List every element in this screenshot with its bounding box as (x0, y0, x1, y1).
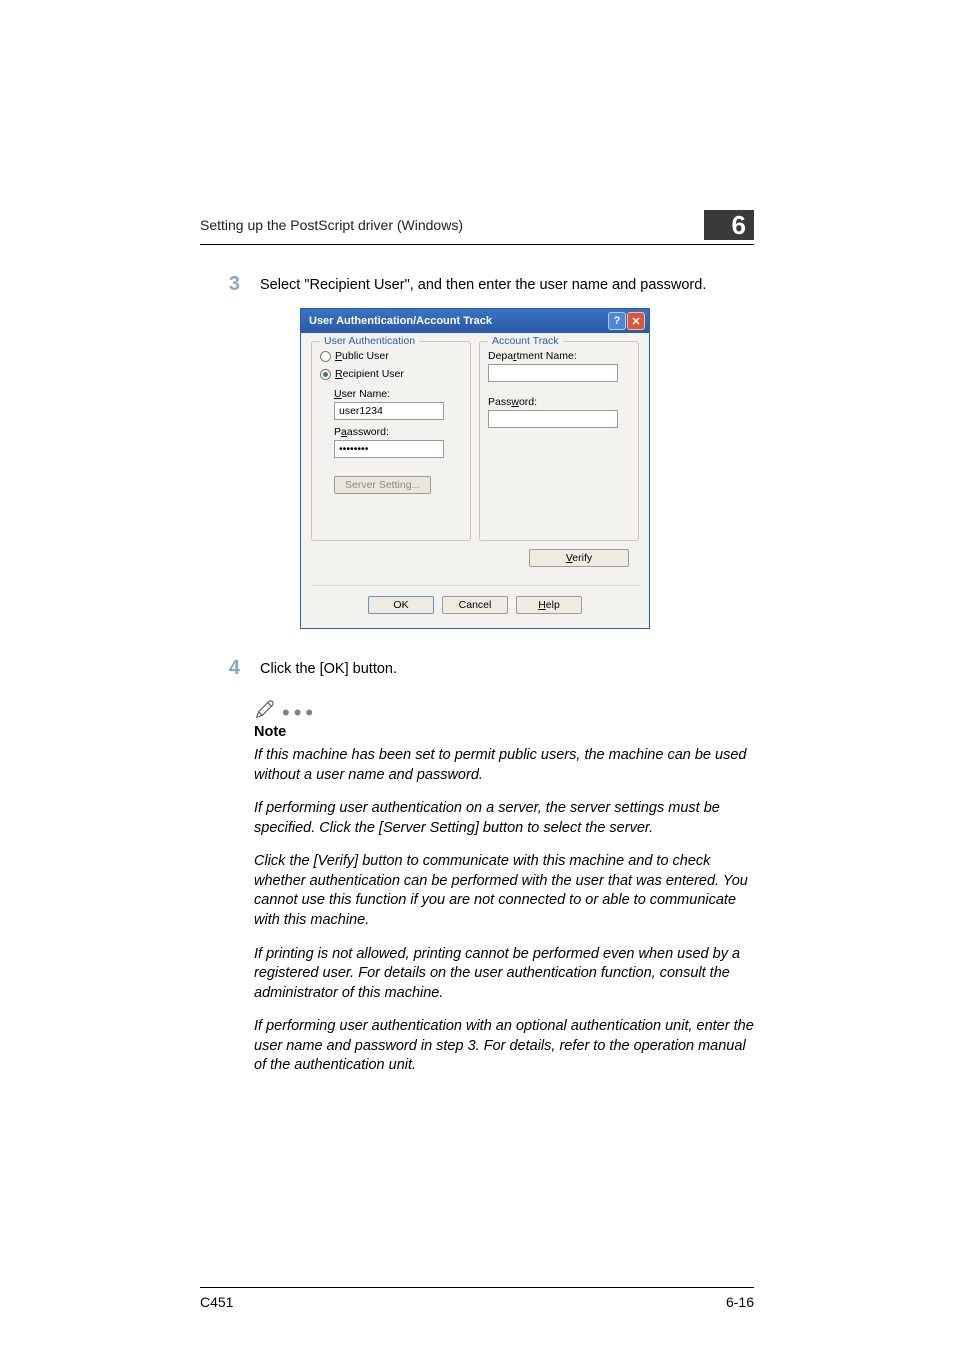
password-label: Paassword: (334, 426, 462, 438)
step-text-4: Click the [OK] button. (260, 657, 397, 677)
note-paragraph: If printing is not allowed, printing can… (254, 945, 754, 1004)
verify-button[interactable]: Verify (529, 549, 629, 567)
note-paragraph: Click the [Verify] button to communicate… (254, 852, 754, 930)
help-icon[interactable]: ? (608, 312, 626, 330)
note-paragraph: If performing user authentication with a… (254, 1017, 754, 1076)
username-input[interactable]: user1234 (334, 402, 444, 420)
chapter-number-badge: 6 (704, 210, 754, 240)
dialog-title: User Authentication/Account Track (309, 315, 492, 327)
user-auth-legend: User Authentication (320, 335, 419, 347)
footer-right: 6-16 (726, 1294, 754, 1310)
acct-password-label: Password: (488, 396, 630, 408)
acct-password-input[interactable] (488, 410, 618, 428)
note-paragraph: If performing user authentication on a s… (254, 799, 754, 838)
account-track-group: Account Track Department Name: Password: (479, 341, 639, 541)
account-track-legend: Account Track (488, 335, 563, 347)
radio-icon (320, 369, 331, 380)
dialog-titlebar: User Authentication/Account Track ? ✕ (301, 309, 649, 333)
footer-left: C451 (200, 1294, 233, 1310)
note-paragraph: If this machine has been set to permit p… (254, 746, 754, 785)
note-heading: Note (254, 724, 754, 740)
step-number-3: 3 (200, 273, 240, 296)
page-header-title: Setting up the PostScript driver (Window… (200, 217, 463, 233)
ellipsis-icon: ••• (282, 708, 317, 720)
department-name-label: Department Name: (488, 350, 630, 362)
user-auth-dialog: User Authentication/Account Track ? ✕ Us… (300, 308, 650, 629)
ok-button[interactable]: OK (368, 596, 434, 614)
note-icon: ••• (254, 698, 754, 720)
radio-icon (320, 351, 331, 362)
username-label: User Name: (334, 388, 462, 400)
public-user-radio[interactable]: Public User (320, 350, 462, 362)
step-number-4: 4 (200, 657, 240, 680)
server-setting-button[interactable]: Server Setting... (334, 476, 431, 494)
department-name-input[interactable] (488, 364, 618, 382)
user-authentication-group: User Authentication Public User Recipien… (311, 341, 471, 541)
close-icon[interactable]: ✕ (627, 312, 645, 330)
help-button[interactable]: Help (516, 596, 582, 614)
recipient-user-radio[interactable]: Recipient User (320, 368, 462, 380)
cancel-button[interactable]: Cancel (442, 596, 508, 614)
step-text-3: Select "Recipient User", and then enter … (260, 273, 706, 293)
password-input[interactable]: •••••••• (334, 440, 444, 458)
